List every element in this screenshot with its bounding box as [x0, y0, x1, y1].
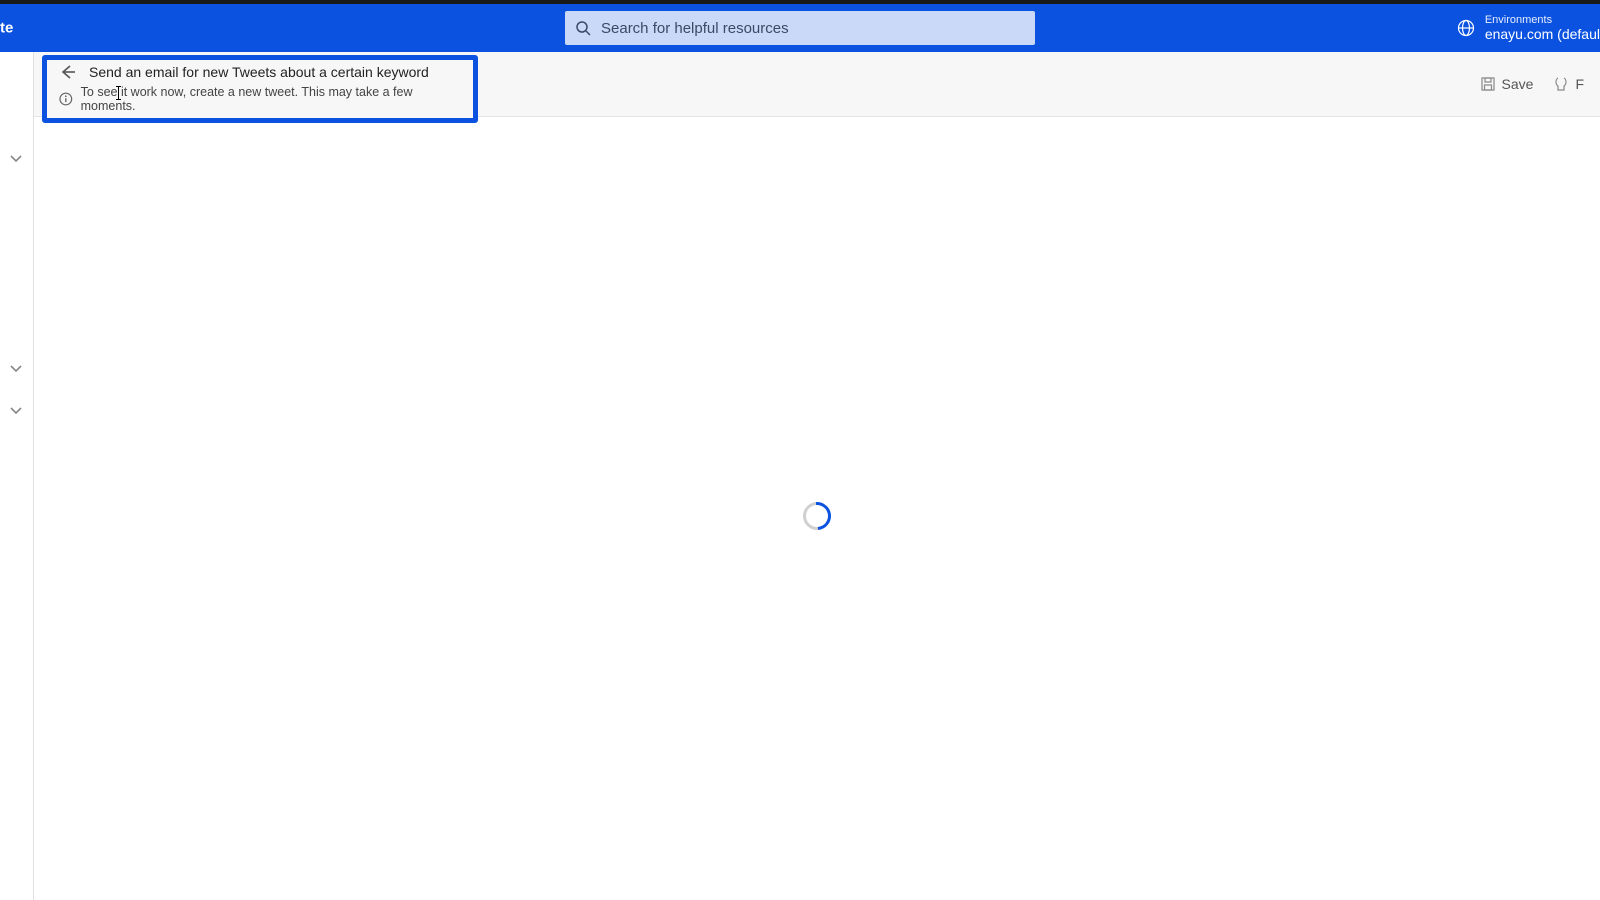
loading-spinner-icon [797, 496, 836, 535]
back-arrow-icon[interactable] [59, 63, 77, 81]
flow-checker-icon [1553, 76, 1569, 92]
environment-label: Environments [1485, 14, 1600, 27]
flow-title-highlight: Send an email for new Tweets about a cer… [42, 55, 478, 123]
save-label: Save [1502, 76, 1534, 92]
chevron-down-icon[interactable] [8, 402, 24, 418]
chevron-down-icon[interactable] [8, 150, 24, 166]
text-cursor-icon [118, 86, 119, 100]
header-brand-partial: te [0, 20, 13, 37]
save-button[interactable]: Save [1480, 76, 1534, 92]
search-icon [575, 20, 591, 36]
flow-checker-partial: F [1575, 76, 1584, 92]
left-collapsed-panel [0, 52, 34, 900]
globe-icon [1457, 19, 1475, 37]
flow-title[interactable]: Send an email for new Tweets about a cer… [89, 64, 429, 80]
environment-text: Environments enayu.com (defaul [1485, 14, 1600, 43]
save-icon [1480, 76, 1496, 92]
info-icon [59, 92, 73, 106]
flow-info-text: To see it work now, create a new tweet. … [81, 85, 461, 113]
environment-switcher[interactable]: Environments enayu.com (defaul [1437, 4, 1600, 52]
environment-name: enayu.com (defaul [1485, 26, 1600, 42]
flow-canvas [34, 117, 1600, 900]
toolbar-actions: Save F [1480, 76, 1584, 92]
app-header: te Environments enayu.com (defaul [0, 4, 1600, 52]
search-input[interactable] [601, 20, 1025, 37]
flow-checker-button[interactable]: F [1553, 76, 1584, 92]
chevron-down-icon[interactable] [8, 360, 24, 376]
global-search[interactable] [565, 11, 1035, 45]
